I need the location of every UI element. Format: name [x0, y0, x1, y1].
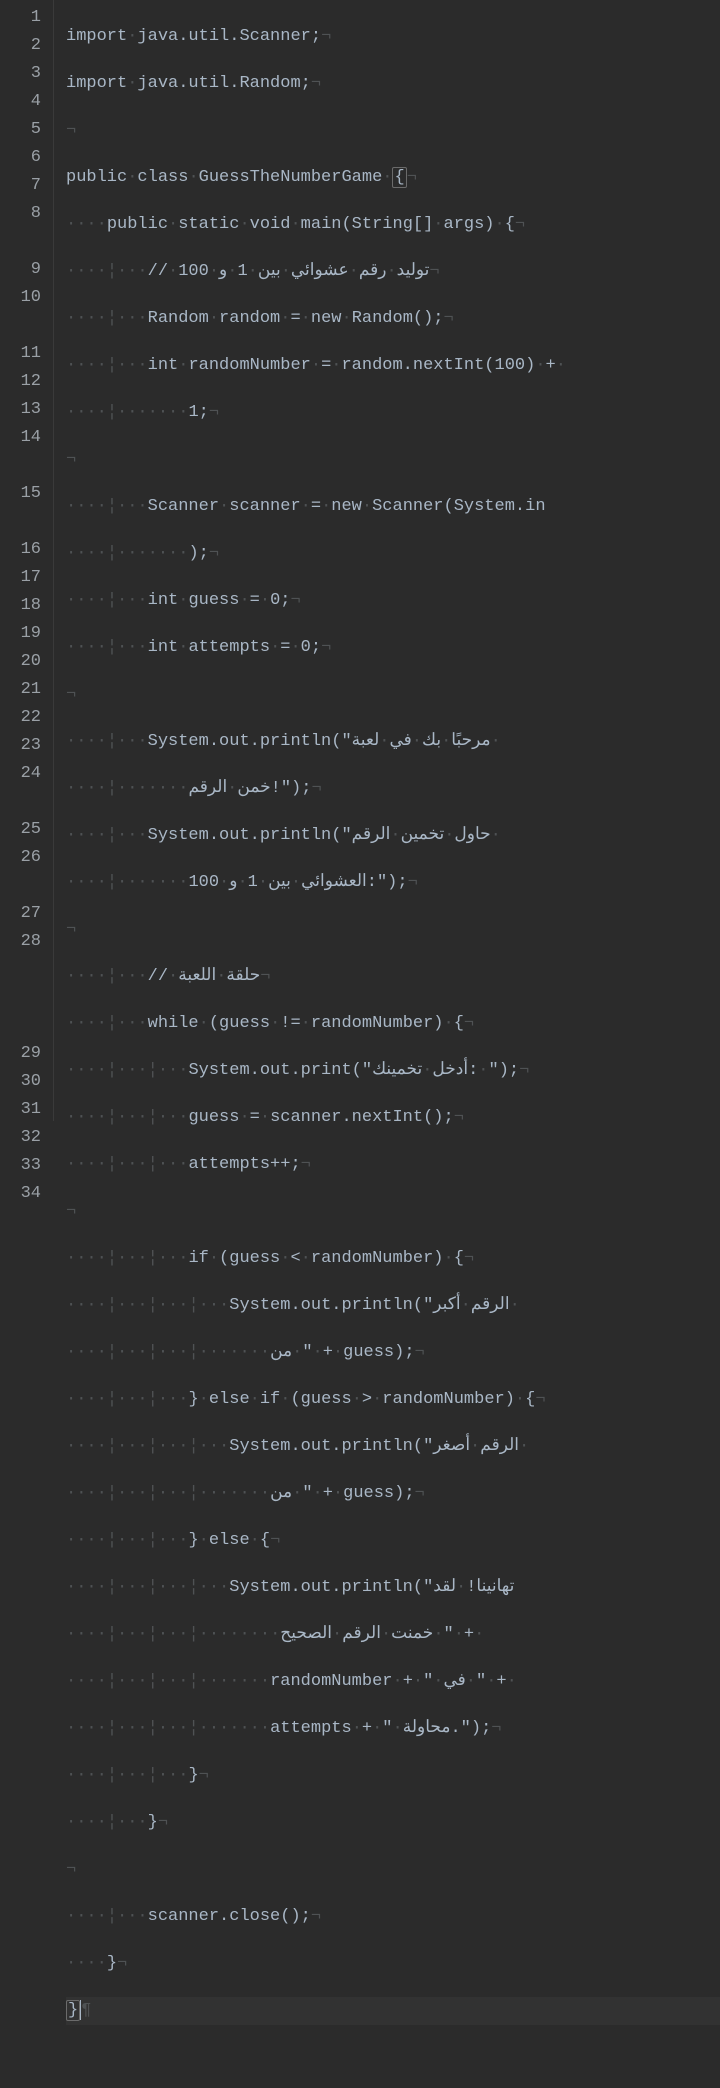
line-number: 7 — [0, 172, 41, 200]
code-line[interactable]: import·java.util.Scanner;¬ — [66, 23, 720, 51]
code-line[interactable]: ¬ — [66, 117, 720, 145]
line-number: 24 — [0, 760, 41, 816]
code-line[interactable]: ····¦···¦···System.out.print("أدخل·تخمين… — [66, 1057, 720, 1085]
line-number: 8 — [0, 200, 41, 256]
line-number: 4 — [0, 88, 41, 116]
line-number: 20 — [0, 648, 41, 676]
code-line[interactable]: ····¦···¦···attempts++;¬ — [66, 1151, 720, 1179]
code-line[interactable]: ····¦···System.out.println("مرحبًا·بك·في… — [66, 728, 720, 756]
line-number: 25 — [0, 816, 41, 844]
code-line[interactable]: ····¦···int·attempts·=·0;¬ — [66, 634, 720, 662]
line-number: 12 — [0, 368, 41, 396]
code-line-wrap[interactable]: ····¦·······خمن·الرقم!");¬ — [66, 775, 720, 803]
code-line[interactable]: ····¦···¦···guess·=·scanner.nextInt();¬ — [66, 1104, 720, 1132]
code-line[interactable]: public·class·GuessTheNumberGame·{¬ — [66, 164, 720, 192]
line-number-gutter: 1 2 3 4 5 6 7 8 9 10 11 12 13 14 15 16 1… — [0, 0, 54, 1121]
line-number: 32 — [0, 1124, 41, 1152]
code-line[interactable]: ····¦···¦···}·else·{¬ — [66, 1527, 720, 1555]
line-number: 33 — [0, 1152, 41, 1180]
line-number: 15 — [0, 480, 41, 536]
line-number: 29 — [0, 1040, 41, 1068]
code-line[interactable]: ····¦···¦···}¬ — [66, 1762, 720, 1790]
code-line[interactable]: ····¦···//·حلقة·اللعبة¬ — [66, 963, 720, 991]
code-line[interactable]: ····¦···int·guess·=·0;¬ — [66, 587, 720, 615]
code-line[interactable]: import·java.util.Random;¬ — [66, 70, 720, 98]
line-number: 18 — [0, 592, 41, 620]
code-line[interactable]: ····¦···}¬ — [66, 1809, 720, 1837]
line-number: 2 — [0, 32, 41, 60]
code-line[interactable]: ¬ — [66, 681, 720, 709]
line-number: 11 — [0, 340, 41, 368]
code-line-wrap[interactable]: ····¦···¦···¦·······randomNumber·+·"·في·… — [66, 1668, 720, 1696]
code-line[interactable]: ····¦···Random·random·=·new·Random();¬ — [66, 305, 720, 333]
code-line[interactable]: ¬ — [66, 916, 720, 944]
line-number: 27 — [0, 900, 41, 928]
line-number: 34 — [0, 1180, 41, 1208]
line-number: 9 — [0, 256, 41, 284]
code-line[interactable]: ····¦···Scanner·scanner·=·new·Scanner(Sy… — [66, 493, 720, 521]
code-line[interactable]: ····¦···int·randomNumber·=·random.nextIn… — [66, 352, 720, 380]
line-number: 26 — [0, 844, 41, 900]
code-line-wrap[interactable]: ····¦·······);¬ — [66, 540, 720, 568]
code-line[interactable]: ····¦···System.out.println("حاول·تخمين·ا… — [66, 822, 720, 850]
code-line-wrap[interactable]: ····¦·······1;¬ — [66, 399, 720, 427]
code-line[interactable]: ····}¬ — [66, 1950, 720, 1978]
line-number: 21 — [0, 676, 41, 704]
line-number: 14 — [0, 424, 41, 480]
line-number: 23 — [0, 732, 41, 760]
line-number: 6 — [0, 144, 41, 172]
line-number: 17 — [0, 564, 41, 592]
code-line[interactable]: ····public·static·void·main(String[]·arg… — [66, 211, 720, 239]
code-line[interactable]: ····¦···¦···¦···System.out.println("تهان… — [66, 1574, 720, 1602]
line-number: 30 — [0, 1068, 41, 1096]
code-line-wrap[interactable]: ····¦···¦···¦·······من·"·+·guess);¬ — [66, 1480, 720, 1508]
line-number: 13 — [0, 396, 41, 424]
code-line-current[interactable]: }¶ — [66, 1997, 720, 2025]
line-number: 5 — [0, 116, 41, 144]
code-line[interactable]: ····¦···scanner.close();¬ — [66, 1903, 720, 1931]
code-line[interactable]: ¬ — [66, 1856, 720, 1884]
code-line[interactable]: ····¦···¦···}·else·if·(guess·>·randomNum… — [66, 1386, 720, 1414]
code-line-wrap[interactable]: ····¦···¦···¦·······من·"·+·guess);¬ — [66, 1339, 720, 1367]
code-line[interactable]: ····¦···¦···¦···System.out.println("الرق… — [66, 1292, 720, 1320]
line-number: 1 — [0, 4, 41, 32]
code-line[interactable]: ····¦···while·(guess·!=·randomNumber)·{¬ — [66, 1010, 720, 1038]
line-number: 28 — [0, 928, 41, 1040]
line-number: 16 — [0, 536, 41, 564]
line-number: 31 — [0, 1096, 41, 1124]
code-editor-area[interactable]: import·java.util.Scanner;¬ import·java.u… — [54, 0, 720, 1121]
line-number: 10 — [0, 284, 41, 340]
line-number: 19 — [0, 620, 41, 648]
code-line[interactable]: ····¦···//·توليد·رقم·عشوائي·بين·1·و·100¬ — [66, 258, 720, 286]
code-line[interactable]: ¬ — [66, 1198, 720, 1226]
code-line[interactable]: ¬ — [66, 446, 720, 474]
code-line[interactable]: ····¦···¦···¦···System.out.println("الرق… — [66, 1433, 720, 1461]
line-number: 22 — [0, 704, 41, 732]
code-line-wrap[interactable]: ····¦···¦···¦·······attempts·+·"·محاولة.… — [66, 1715, 720, 1743]
code-line-wrap[interactable]: ····¦···¦···¦········خمنت·الرقم·الصحيح·"… — [66, 1621, 720, 1649]
code-line[interactable]: ····¦···¦···if·(guess·<·randomNumber)·{¬ — [66, 1245, 720, 1273]
line-number: 3 — [0, 60, 41, 88]
code-line-wrap[interactable]: ····¦·······العشوائي·بين·1·و·100:");¬ — [66, 869, 720, 897]
